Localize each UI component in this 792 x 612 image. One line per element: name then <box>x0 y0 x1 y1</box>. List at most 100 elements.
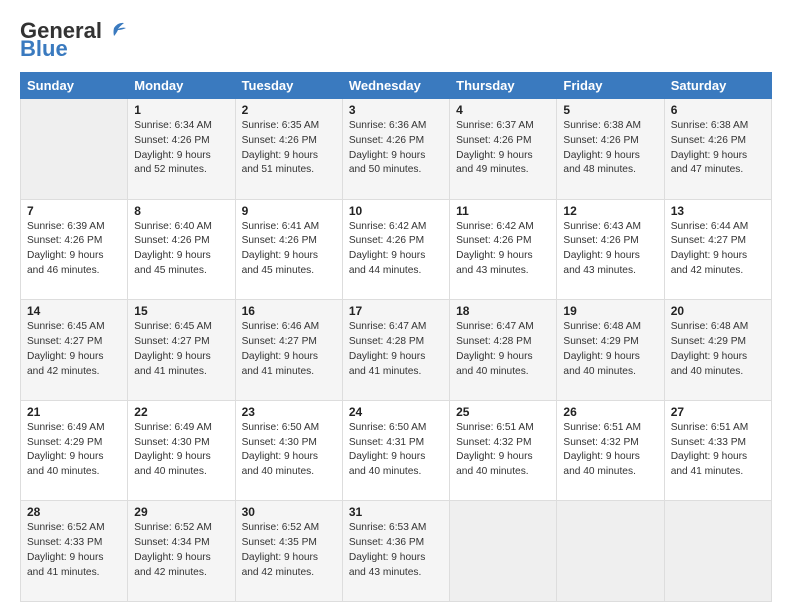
day-info: Sunrise: 6:38 AMSunset: 4:26 PMDaylight:… <box>671 119 765 178</box>
day-number: 8 <box>134 204 228 218</box>
day-info: Sunrise: 6:40 AMSunset: 4:26 PMDaylight:… <box>134 220 228 279</box>
page: General Blue SundayMondayTuesdayWednesda… <box>0 0 792 612</box>
day-info: Sunrise: 6:47 AMSunset: 4:28 PMDaylight:… <box>349 320 443 379</box>
day-info: Sunrise: 6:49 AMSunset: 4:29 PMDaylight:… <box>27 421 121 480</box>
day-number: 21 <box>27 405 121 419</box>
day-number: 16 <box>242 304 336 318</box>
day-number: 23 <box>242 405 336 419</box>
day-info: Sunrise: 6:52 AMSunset: 4:34 PMDaylight:… <box>134 521 228 580</box>
day-info: Sunrise: 6:38 AMSunset: 4:26 PMDaylight:… <box>563 119 657 178</box>
weekday-header-sunday: Sunday <box>21 73 128 99</box>
calendar-cell: 11 Sunrise: 6:42 AMSunset: 4:26 PMDayligh… <box>450 199 557 300</box>
day-number: 11 <box>456 204 550 218</box>
day-number: 7 <box>27 204 121 218</box>
day-number: 15 <box>134 304 228 318</box>
day-number: 19 <box>563 304 657 318</box>
calendar-cell: 2 Sunrise: 6:35 AMSunset: 4:26 PMDaylight… <box>235 99 342 200</box>
logo: General Blue <box>20 18 126 62</box>
calendar-cell: 13Sunrise: 6:44 AMSunset: 4:27 PMDayligh… <box>664 199 771 300</box>
day-info: Sunrise: 6:53 AMSunset: 4:36 PMDaylight:… <box>349 521 443 580</box>
day-info: Sunrise: 6:43 AMSunset: 4:26 PMDaylight:… <box>563 220 657 279</box>
day-number: 12 <box>563 204 657 218</box>
day-number: 4 <box>456 103 550 117</box>
day-info: Sunrise: 6:49 AMSunset: 4:30 PMDaylight:… <box>134 421 228 480</box>
day-info: Sunrise: 6:51 AMSunset: 4:33 PMDaylight:… <box>671 421 765 480</box>
weekday-header-wednesday: Wednesday <box>342 73 449 99</box>
day-number: 13 <box>671 204 765 218</box>
day-number: 6 <box>671 103 765 117</box>
calendar-table: SundayMondayTuesdayWednesdayThursdayFrid… <box>20 72 772 602</box>
day-number: 10 <box>349 204 443 218</box>
day-number: 1 <box>134 103 228 117</box>
calendar-week-2: 7 Sunrise: 6:39 AMSunset: 4:26 PMDaylight… <box>21 199 772 300</box>
calendar-cell: 16 Sunrise: 6:46 AMSunset: 4:27 PMDayligh… <box>235 300 342 401</box>
calendar-cell <box>664 501 771 602</box>
calendar-cell: 24Sunrise: 6:50 AMSunset: 4:31 PMDayligh… <box>342 400 449 501</box>
calendar-cell: 3Sunrise: 6:36 AMSunset: 4:26 PMDaylight… <box>342 99 449 200</box>
day-number: 5 <box>563 103 657 117</box>
day-number: 27 <box>671 405 765 419</box>
day-number: 22 <box>134 405 228 419</box>
day-number: 2 <box>242 103 336 117</box>
day-info: Sunrise: 6:36 AMSunset: 4:26 PMDaylight:… <box>349 119 443 178</box>
day-info: Sunrise: 6:46 AMSunset: 4:27 PMDaylight:… <box>242 320 336 379</box>
calendar-cell: 28 Sunrise: 6:52 AMSunset: 4:33 PMDayligh… <box>21 501 128 602</box>
weekday-header-friday: Friday <box>557 73 664 99</box>
weekday-header-saturday: Saturday <box>664 73 771 99</box>
day-info: Sunrise: 6:52 AMSunset: 4:33 PMDaylight:… <box>27 521 121 580</box>
calendar-cell <box>557 501 664 602</box>
calendar-week-5: 28 Sunrise: 6:52 AMSunset: 4:33 PMDayligh… <box>21 501 772 602</box>
day-number: 31 <box>349 505 443 519</box>
calendar-cell: 8 Sunrise: 6:40 AMSunset: 4:26 PMDaylight… <box>128 199 235 300</box>
calendar-cell: 20Sunrise: 6:48 AMSunset: 4:29 PMDayligh… <box>664 300 771 401</box>
logo-bird-icon <box>104 20 126 38</box>
day-info: Sunrise: 6:35 AMSunset: 4:26 PMDaylight:… <box>242 119 336 178</box>
day-info: Sunrise: 6:48 AMSunset: 4:29 PMDaylight:… <box>563 320 657 379</box>
calendar-cell: 29 Sunrise: 6:52 AMSunset: 4:34 PMDayligh… <box>128 501 235 602</box>
calendar-cell: 21 Sunrise: 6:49 AMSunset: 4:29 PMDayligh… <box>21 400 128 501</box>
calendar-cell: 19 Sunrise: 6:48 AMSunset: 4:29 PMDayligh… <box>557 300 664 401</box>
day-info: Sunrise: 6:45 AMSunset: 4:27 PMDaylight:… <box>27 320 121 379</box>
day-info: Sunrise: 6:42 AMSunset: 4:26 PMDaylight:… <box>349 220 443 279</box>
header: General Blue <box>20 18 772 62</box>
day-info: Sunrise: 6:42 AMSunset: 4:26 PMDaylight:… <box>456 220 550 279</box>
calendar-cell: 30 Sunrise: 6:52 AMSunset: 4:35 PMDayligh… <box>235 501 342 602</box>
day-number: 14 <box>27 304 121 318</box>
calendar-cell: 14 Sunrise: 6:45 AMSunset: 4:27 PMDayligh… <box>21 300 128 401</box>
day-number: 28 <box>27 505 121 519</box>
calendar-cell: 7 Sunrise: 6:39 AMSunset: 4:26 PMDaylight… <box>21 199 128 300</box>
day-number: 29 <box>134 505 228 519</box>
day-number: 24 <box>349 405 443 419</box>
calendar-cell: 31 Sunrise: 6:53 AMSunset: 4:36 PMDayligh… <box>342 501 449 602</box>
calendar-cell: 9 Sunrise: 6:41 AMSunset: 4:26 PMDaylight… <box>235 199 342 300</box>
calendar-week-1: 1Sunrise: 6:34 AMSunset: 4:26 PMDaylight… <box>21 99 772 200</box>
calendar-cell <box>21 99 128 200</box>
day-info: Sunrise: 6:41 AMSunset: 4:26 PMDaylight:… <box>242 220 336 279</box>
calendar-cell: 26Sunrise: 6:51 AMSunset: 4:32 PMDayligh… <box>557 400 664 501</box>
calendar-cell: 5 Sunrise: 6:38 AMSunset: 4:26 PMDaylight… <box>557 99 664 200</box>
calendar-cell: 18Sunrise: 6:47 AMSunset: 4:28 PMDayligh… <box>450 300 557 401</box>
day-info: Sunrise: 6:47 AMSunset: 4:28 PMDaylight:… <box>456 320 550 379</box>
calendar-cell: 12 Sunrise: 6:43 AMSunset: 4:26 PMDayligh… <box>557 199 664 300</box>
calendar-cell: 6 Sunrise: 6:38 AMSunset: 4:26 PMDaylight… <box>664 99 771 200</box>
calendar-header-row: SundayMondayTuesdayWednesdayThursdayFrid… <box>21 73 772 99</box>
calendar-cell: 17 Sunrise: 6:47 AMSunset: 4:28 PMDayligh… <box>342 300 449 401</box>
day-number: 9 <box>242 204 336 218</box>
day-number: 30 <box>242 505 336 519</box>
calendar-cell: 25Sunrise: 6:51 AMSunset: 4:32 PMDayligh… <box>450 400 557 501</box>
weekday-header-monday: Monday <box>128 73 235 99</box>
day-info: Sunrise: 6:39 AMSunset: 4:26 PMDaylight:… <box>27 220 121 279</box>
day-info: Sunrise: 6:37 AMSunset: 4:26 PMDaylight:… <box>456 119 550 178</box>
calendar-cell: 4 Sunrise: 6:37 AMSunset: 4:26 PMDaylight… <box>450 99 557 200</box>
calendar-cell <box>450 501 557 602</box>
day-info: Sunrise: 6:51 AMSunset: 4:32 PMDaylight:… <box>563 421 657 480</box>
day-info: Sunrise: 6:45 AMSunset: 4:27 PMDaylight:… <box>134 320 228 379</box>
weekday-header-thursday: Thursday <box>450 73 557 99</box>
weekday-header-tuesday: Tuesday <box>235 73 342 99</box>
day-info: Sunrise: 6:48 AMSunset: 4:29 PMDaylight:… <box>671 320 765 379</box>
day-info: Sunrise: 6:52 AMSunset: 4:35 PMDaylight:… <box>242 521 336 580</box>
calendar-week-3: 14 Sunrise: 6:45 AMSunset: 4:27 PMDayligh… <box>21 300 772 401</box>
calendar-cell: 22 Sunrise: 6:49 AMSunset: 4:30 PMDayligh… <box>128 400 235 501</box>
calendar-cell: 27 Sunrise: 6:51 AMSunset: 4:33 PMDayligh… <box>664 400 771 501</box>
day-number: 17 <box>349 304 443 318</box>
